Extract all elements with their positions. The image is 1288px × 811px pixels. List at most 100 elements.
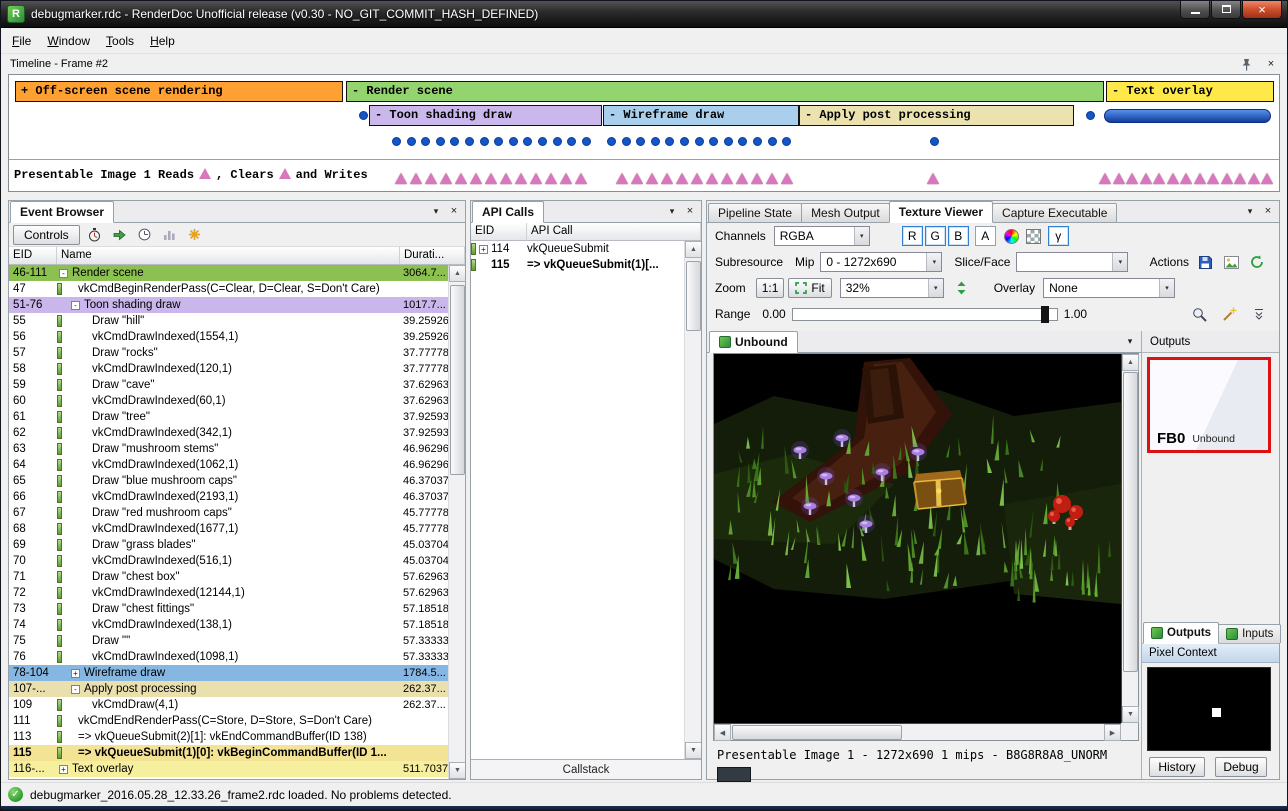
scroll-up-icon[interactable]: ▲: [685, 241, 701, 258]
column-duration[interactable]: Durati...: [400, 247, 465, 264]
write-marker-triangle[interactable]: [927, 173, 939, 184]
event-row[interactable]: 111 vkCmdEndRenderPass(C=Store, D=Store,…: [9, 713, 448, 729]
scroll-down-icon[interactable]: ▼: [1122, 706, 1139, 723]
write-marker-triangle[interactable]: [425, 173, 437, 184]
write-marker-triangle[interactable]: [1126, 173, 1138, 184]
image-icon[interactable]: [1221, 252, 1241, 272]
write-marker-triangle[interactable]: [751, 173, 763, 184]
write-marker-triangle[interactable]: [1180, 173, 1192, 184]
draw-event-dot[interactable]: [392, 137, 401, 146]
channel-r-button[interactable]: R: [902, 226, 923, 246]
maximize-button[interactable]: [1211, 0, 1241, 19]
checkerboard-icon[interactable]: [1024, 226, 1044, 246]
event-row[interactable]: 59 Draw "cave" 37.62963: [9, 377, 448, 393]
write-marker-triangle[interactable]: [1194, 173, 1206, 184]
texture-vertical-scrollbar[interactable]: ▲ ▼: [1121, 354, 1138, 723]
scrollbar-thumb[interactable]: [732, 725, 902, 740]
column-name[interactable]: Name: [57, 247, 400, 264]
draw-event-dot[interactable]: [582, 137, 591, 146]
event-row[interactable]: 115 => vkQueueSubmit(1)[0]: vkBeginComma…: [9, 745, 448, 761]
draw-event-dot[interactable]: [768, 137, 777, 146]
event-row[interactable]: 116-... +Text overlay 511.7037: [9, 761, 448, 777]
expander[interactable]: -: [59, 269, 68, 278]
expander[interactable]: +: [59, 765, 68, 774]
event-row[interactable]: 60 vkCmdDrawIndexed(60,1) 37.62963: [9, 393, 448, 409]
overlay-select[interactable]: None▾: [1043, 278, 1175, 298]
channel-b-button[interactable]: B: [948, 226, 969, 246]
draw-event-dot[interactable]: [407, 137, 416, 146]
event-row[interactable]: 66 vkCmdDrawIndexed(2193,1) 46.37037: [9, 489, 448, 505]
write-marker-triangle[interactable]: [661, 173, 673, 184]
write-marker-triangle[interactable]: [706, 173, 718, 184]
write-marker-triangle[interactable]: [440, 173, 452, 184]
channels-select[interactable]: RGBA▾: [774, 226, 870, 246]
api-calls-scrollbar[interactable]: ▲ ▼: [684, 241, 701, 759]
draw-event-dot[interactable]: [359, 111, 368, 120]
event-row[interactable]: 70 vkCmdDrawIndexed(516,1) 45.03704: [9, 553, 448, 569]
write-marker-triangle[interactable]: [1234, 173, 1246, 184]
stats-icon[interactable]: [160, 225, 180, 245]
history-button[interactable]: History: [1149, 757, 1205, 777]
timeline-close-icon[interactable]: ×: [1264, 57, 1278, 71]
range-slider-thumb[interactable]: [1041, 306, 1049, 323]
timeline-marker-bar[interactable]: - Wireframe draw: [603, 105, 799, 126]
draw-event-dot[interactable]: [622, 137, 631, 146]
draw-event-dot[interactable]: [680, 137, 689, 146]
write-marker-triangle[interactable]: [646, 173, 658, 184]
right-panel-tab[interactable]: Texture Viewer: [889, 201, 993, 223]
write-marker-triangle[interactable]: [736, 173, 748, 184]
event-row[interactable]: 51-76 -Toon shading draw 1017.7...: [9, 297, 448, 313]
tab-api-calls[interactable]: API Calls: [472, 201, 544, 223]
event-browser-scrollbar[interactable]: ▲ ▼: [448, 265, 465, 779]
export-icon[interactable]: [110, 225, 130, 245]
event-row[interactable]: 67 Draw "red mushroom caps" 45.77778: [9, 505, 448, 521]
draw-range-bar[interactable]: [1104, 109, 1271, 123]
timeline-marker-bar[interactable]: - Toon shading draw: [369, 105, 602, 126]
write-marker-triangle[interactable]: [515, 173, 527, 184]
write-marker-triangle[interactable]: [1140, 173, 1152, 184]
right-panel-tab[interactable]: Capture Executable: [992, 203, 1117, 222]
write-marker-triangle[interactable]: [1207, 173, 1219, 184]
panel-close-icon[interactable]: ×: [447, 204, 461, 218]
column-eid[interactable]: EID: [471, 223, 527, 240]
pixel-context-view[interactable]: [1147, 667, 1271, 751]
panel-menu-icon[interactable]: ▾: [429, 204, 443, 218]
zoom-fit-button[interactable]: Fit: [788, 278, 831, 298]
expander[interactable]: -: [71, 685, 80, 694]
event-row[interactable]: 113 => vkQueueSubmit(2)[1]: vkEndCommand…: [9, 729, 448, 745]
scroll-up-icon[interactable]: ▲: [449, 265, 465, 282]
write-marker-triangle[interactable]: [781, 173, 793, 184]
scroll-down-icon[interactable]: ▼: [449, 762, 465, 779]
column-api-call[interactable]: API Call: [527, 223, 701, 240]
event-row[interactable]: 73 Draw "chest fittings" 57.18518: [9, 601, 448, 617]
write-marker-triangle[interactable]: [1153, 173, 1165, 184]
scroll-right-icon[interactable]: ▶: [1104, 724, 1121, 741]
event-row[interactable]: 61 Draw "tree" 37.92593: [9, 409, 448, 425]
draw-event-dot[interactable]: [450, 137, 459, 146]
tab-outputs[interactable]: Outputs: [1143, 622, 1219, 644]
debug-button[interactable]: Debug: [1215, 757, 1267, 777]
menu-item[interactable]: Tools: [98, 30, 142, 52]
magnifier-icon[interactable]: [1189, 304, 1209, 324]
event-row[interactable]: 74 vkCmdDrawIndexed(138,1) 57.18518: [9, 617, 448, 633]
write-marker-triangle[interactable]: [560, 173, 572, 184]
event-row[interactable]: 75 Draw "" 57.33333: [9, 633, 448, 649]
mip-select[interactable]: 0 - 1272x690▾: [820, 252, 942, 272]
draw-event-dot[interactable]: [1086, 111, 1095, 120]
write-marker-triangle[interactable]: [470, 173, 482, 184]
write-marker-triangle[interactable]: [575, 173, 587, 184]
range-slider[interactable]: [792, 308, 1058, 321]
tab-texture-unbound[interactable]: Unbound: [709, 331, 798, 353]
draw-event-dot[interactable]: [665, 137, 674, 146]
event-row[interactable]: 69 Draw "grass blades" 45.03704: [9, 537, 448, 553]
api-call-row[interactable]: 115 => vkQueueSubmit(1)[...: [471, 257, 684, 273]
event-row[interactable]: 62 vkCmdDrawIndexed(342,1) 37.92593: [9, 425, 448, 441]
color-wheel-icon[interactable]: [1002, 226, 1022, 246]
draw-event-dot[interactable]: [421, 137, 430, 146]
tab-inputs[interactable]: Inputs: [1218, 624, 1281, 643]
event-row[interactable]: 47 vkCmdBeginRenderPass(C=Clear, D=Clear…: [9, 281, 448, 297]
overflow-icon[interactable]: [1249, 304, 1269, 324]
draw-event-dot[interactable]: [753, 137, 762, 146]
draw-event-dot[interactable]: [567, 137, 576, 146]
draw-event-dot[interactable]: [738, 137, 747, 146]
